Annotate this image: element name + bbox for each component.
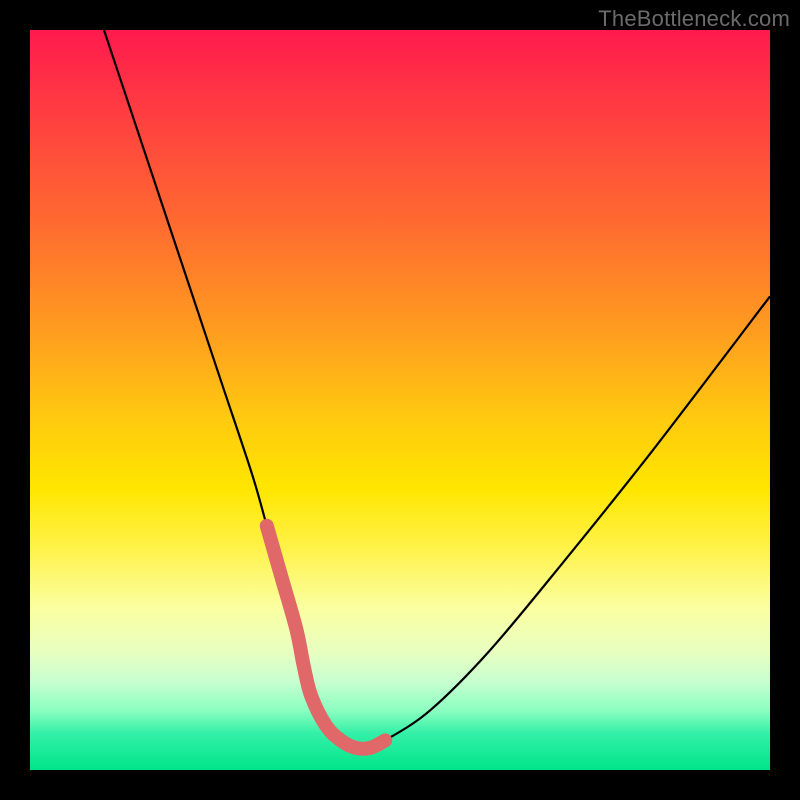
bottleneck-highlight	[267, 526, 385, 749]
plot-area	[30, 30, 770, 770]
bottleneck-curve	[104, 30, 770, 749]
curve-layer	[30, 30, 770, 770]
watermark-text: TheBottleneck.com	[598, 6, 790, 32]
chart-frame: TheBottleneck.com	[0, 0, 800, 800]
